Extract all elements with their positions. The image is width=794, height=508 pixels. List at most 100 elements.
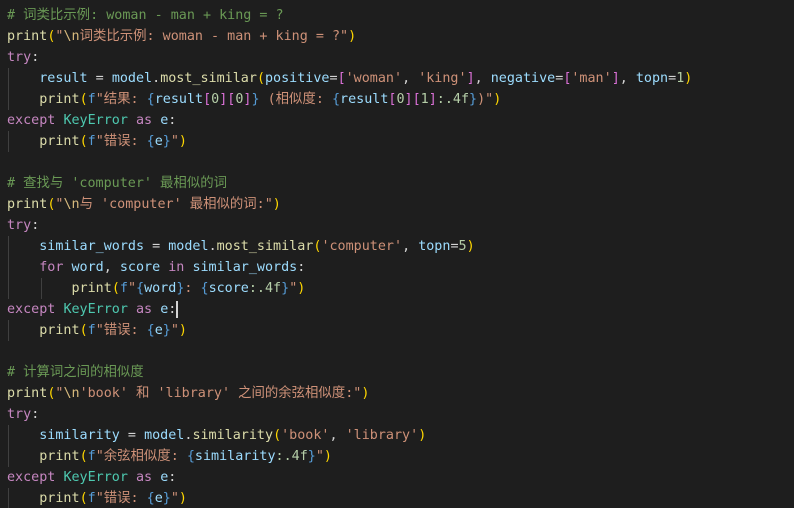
code-token: print [39, 323, 80, 338]
code-line[interactable]: # 词类比示例: woman - man + king = ? [0, 5, 794, 26]
code-token: ) [684, 71, 693, 86]
code-token: 0 [396, 92, 405, 107]
code-line[interactable]: try: [0, 215, 794, 236]
code-token: ( [79, 92, 88, 107]
code-token: , [402, 71, 419, 86]
code-line[interactable]: print(f"错误: {e}") [0, 488, 794, 508]
code-token: { [146, 491, 155, 506]
code-line[interactable]: # 计算词之间的相似度 [0, 362, 794, 383]
code-line[interactable]: print("\n'book' 和 'library' 之间的余弦相似度:") [0, 383, 794, 404]
code-token: : [31, 218, 40, 233]
code-token: = [668, 71, 677, 86]
code-token: 5 [458, 239, 467, 254]
code-token: try [7, 50, 32, 65]
code-token: \n [63, 29, 80, 44]
code-token: = [87, 71, 112, 86]
code-token: most_similar [216, 239, 314, 254]
code-editor[interactable]: # 词类比示例: woman - man + king = ? print("\n… [0, 0, 794, 508]
code-token: ( [273, 428, 282, 443]
code-token: except [7, 302, 56, 317]
code-token: 词类比示例: woman - man + king = ?" [79, 29, 349, 44]
code-token: , [619, 71, 636, 86]
code-token: 0 [211, 92, 220, 107]
code-line[interactable]: print("\n与 'computer' 最相似的词:") [0, 194, 794, 215]
code-token: ) [178, 323, 187, 338]
code-token: " [127, 281, 136, 296]
indent-guide [8, 425, 9, 446]
code-line[interactable]: except KeyError as e: [0, 467, 794, 488]
code-token: [ [412, 92, 421, 107]
code-line[interactable] [0, 341, 794, 362]
code-token: ) [297, 281, 306, 296]
code-token: ) [178, 134, 187, 149]
code-token: } [162, 323, 171, 338]
code-line[interactable]: result = model.most_similar(positive=['w… [0, 68, 794, 89]
code-token: similar_words [39, 239, 145, 254]
code-token: KeyError [63, 470, 128, 485]
code-token: ) [323, 449, 332, 464]
indent-guide [8, 488, 9, 508]
indent-guide [8, 236, 9, 257]
code-token: :.4f [248, 281, 282, 296]
code-line[interactable]: print(f"错误: {e}") [0, 131, 794, 152]
code-token: : [297, 260, 306, 275]
code-line[interactable]: print(f"错误: {e}") [0, 320, 794, 341]
indent-guide [41, 278, 42, 299]
code-line[interactable]: # 查找与 'computer' 最相似的词 [0, 173, 794, 194]
code-line[interactable]: except KeyError as e: [0, 299, 794, 320]
code-token: KeyError [63, 113, 128, 128]
code-token: try [7, 407, 32, 422]
code-token: ( [256, 71, 265, 86]
code-line[interactable]: for word, score in similar_words: [0, 257, 794, 278]
code-token: "错误: [95, 491, 147, 506]
code-token: : [168, 113, 177, 128]
code-token: , [474, 71, 491, 86]
code-token: : [184, 281, 201, 296]
code-token: f [87, 92, 96, 107]
code-line[interactable]: print("\n词类比示例: woman - man + king = ?") [0, 26, 794, 47]
code-token: { [146, 92, 155, 107]
code-line[interactable]: try: [0, 404, 794, 425]
code-token: ] [404, 92, 413, 107]
indent-guide [8, 68, 9, 89]
code-line[interactable] [0, 152, 794, 173]
code-token: print [39, 92, 80, 107]
code-line[interactable]: print(f"{word}: {score:.4f}") [0, 278, 794, 299]
code-token: print [71, 281, 112, 296]
code-token: : [168, 470, 177, 485]
code-line[interactable]: except KeyError as e: [0, 110, 794, 131]
code-token: negative [490, 71, 556, 86]
indent-guide [8, 278, 9, 299]
code-token: f [87, 449, 96, 464]
code-token: "错误: [95, 134, 147, 149]
code-token: "错误: [95, 323, 147, 338]
code-token: except [7, 470, 56, 485]
code-line[interactable]: similarity = model.similarity('book', 'l… [0, 425, 794, 446]
code-token: = [144, 239, 169, 254]
code-token: KeyError [63, 302, 128, 317]
code-token: similarity [192, 428, 274, 443]
code-line[interactable]: similar_words = model.most_similar('comp… [0, 236, 794, 257]
code-token: word [71, 260, 104, 275]
code-token: ( [111, 281, 120, 296]
code-token: { [146, 323, 155, 338]
code-token: " [315, 449, 324, 464]
code-token: # 词类比示例: woman - man + king = ? [7, 8, 284, 23]
code-line[interactable]: print(f"结果: {result[0][0]} (相似度: {result… [0, 89, 794, 110]
code-token: e [154, 491, 163, 506]
code-line[interactable]: print(f"余弦相似度: {similarity:.4f}") [0, 446, 794, 467]
code-token: ( [79, 323, 88, 338]
code-line[interactable]: try: [0, 47, 794, 68]
code-token: [ [337, 71, 346, 86]
code-token: print [39, 449, 80, 464]
